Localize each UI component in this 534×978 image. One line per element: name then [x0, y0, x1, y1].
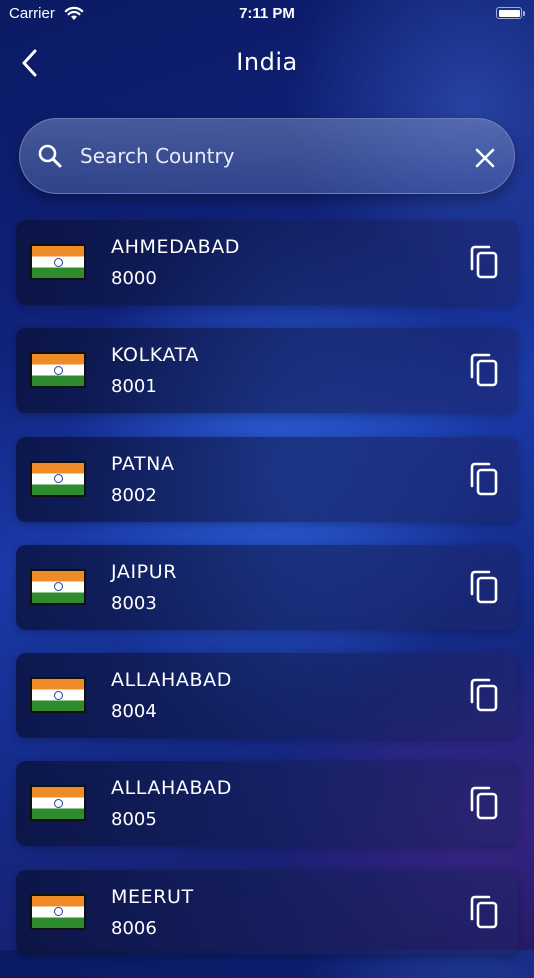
city-name: KOLKATA — [111, 344, 199, 367]
city-name: ALLAHABAD — [111, 777, 232, 800]
copy-icon — [470, 353, 498, 387]
list-item[interactable]: ALLAHABAD 8004 — [16, 653, 518, 739]
clear-search-button[interactable] — [470, 143, 500, 173]
india-flag-icon — [30, 568, 86, 605]
copy-button[interactable] — [468, 352, 502, 390]
city-name: ALLAHABAD — [111, 669, 232, 692]
search-input[interactable] — [80, 141, 460, 171]
copy-icon — [470, 678, 498, 712]
copy-icon — [470, 787, 498, 820]
india-flag-icon — [30, 677, 86, 714]
search-icon — [37, 143, 63, 173]
copy-button[interactable] — [468, 677, 502, 715]
city-code: 8003 — [111, 592, 157, 614]
list-item[interactable]: ALLAHABAD 8005 — [16, 761, 518, 847]
city-code: 8005 — [111, 809, 157, 831]
city-name: MEERUT — [111, 885, 194, 908]
city-name: JAIPUR — [111, 560, 178, 583]
city-list: AHMEDABAD 8000 KOLKATA 8001 PATNA 8002 J… — [16, 220, 518, 978]
status-bar: Carrier 7:11 PM — [0, 0, 534, 30]
list-item[interactable]: PATNA 8002 — [16, 436, 518, 522]
city-code: 8001 — [111, 376, 157, 398]
copy-icon — [470, 462, 498, 495]
city-name: AHMEDABAD — [111, 236, 241, 258]
city-code: 8006 — [111, 917, 157, 939]
list-item[interactable]: JAIPUR 8003 — [16, 544, 518, 630]
battery-tip — [523, 11, 525, 16]
list-item[interactable]: KOLKATA 8001 — [16, 328, 518, 414]
search-bar[interactable] — [19, 118, 515, 194]
copy-button[interactable] — [468, 569, 502, 607]
copy-icon — [470, 570, 498, 604]
india-flag-icon — [30, 352, 86, 389]
city-code: 8004 — [111, 701, 157, 723]
copy-button[interactable] — [468, 894, 502, 932]
copy-button[interactable] — [468, 244, 502, 282]
india-flag-icon — [30, 893, 86, 930]
list-item[interactable]: MEERUT 8006 — [16, 869, 518, 955]
battery-icon — [496, 7, 522, 19]
status-time: 7:11 PM — [239, 5, 295, 22]
india-flag-icon — [30, 460, 86, 497]
city-code: 8000 — [111, 268, 157, 289]
city-name: PATNA — [111, 452, 175, 475]
india-flag-icon — [30, 244, 86, 280]
city-code: 8002 — [111, 484, 157, 506]
list-item[interactable]: AHMEDABAD 8000 — [16, 220, 518, 305]
india-flag-icon — [30, 785, 86, 822]
page-title: India — [236, 48, 298, 76]
close-icon — [475, 148, 495, 168]
copy-button[interactable] — [468, 461, 502, 499]
copy-icon — [470, 245, 498, 279]
copy-button[interactable] — [468, 785, 502, 823]
copy-icon — [470, 895, 498, 929]
